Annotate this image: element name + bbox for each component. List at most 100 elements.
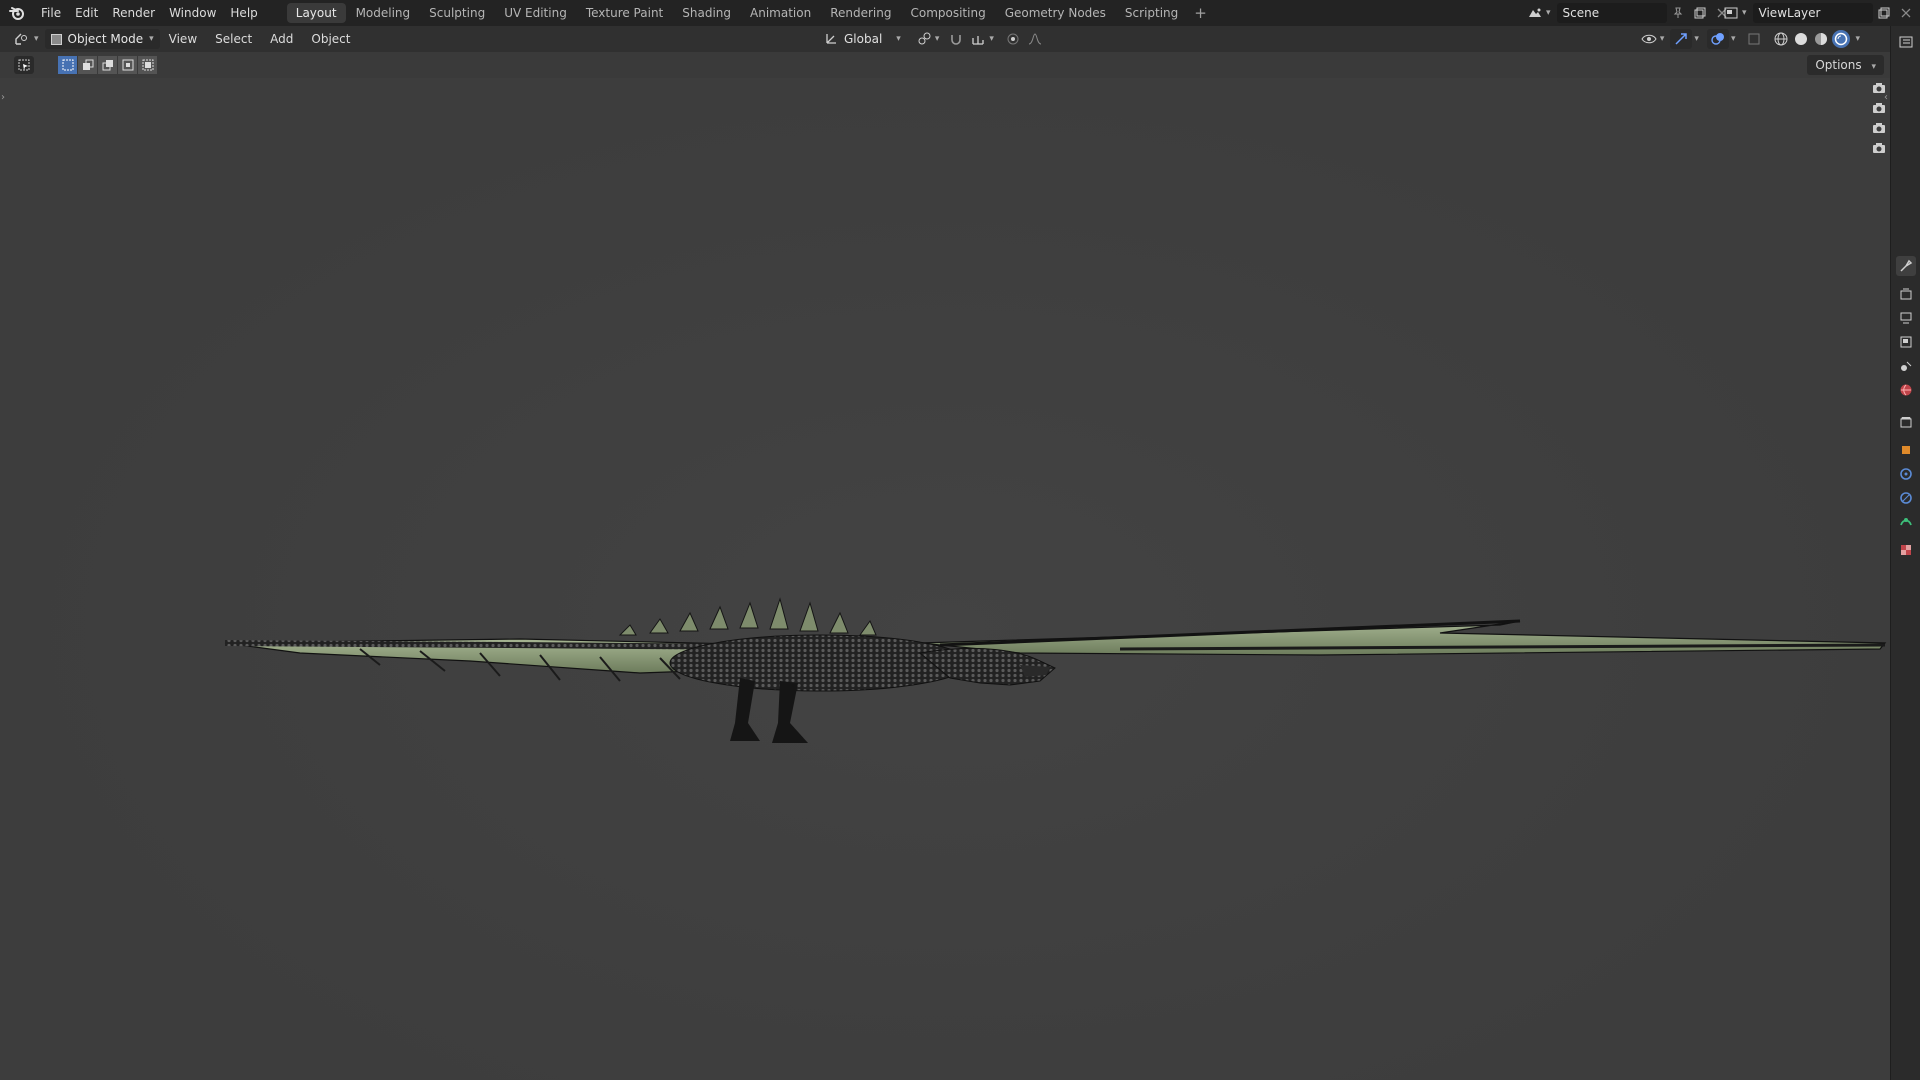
chevron-down-icon: ▾ xyxy=(1659,34,1665,44)
tab-sculpting[interactable]: Sculpting xyxy=(420,3,494,23)
view-layer-name-field[interactable]: ViewLayer xyxy=(1752,3,1873,23)
tab-animation[interactable]: Animation xyxy=(741,3,820,23)
snap-increment-icon[interactable] xyxy=(967,29,989,49)
menu-edit[interactable]: Edit xyxy=(68,0,105,26)
tab-modeling[interactable]: Modeling xyxy=(347,3,420,23)
menu-add[interactable]: Add xyxy=(261,26,302,52)
new-view-layer-icon[interactable] xyxy=(1873,3,1895,23)
chevron-down-icon: ▾ xyxy=(1871,62,1876,72)
chevron-down-icon: ▾ xyxy=(1694,34,1699,44)
viewport-header: ▾ Object Mode ▾ View Select Add Object G… xyxy=(0,26,1890,52)
orientation-select[interactable]: Global xyxy=(844,32,882,46)
menu-file[interactable]: File xyxy=(34,0,68,26)
view-layer-icon[interactable] xyxy=(1720,3,1742,23)
menu-object[interactable]: Object xyxy=(302,26,359,52)
properties-tab-strip xyxy=(1890,26,1920,1080)
menu-render[interactable]: Render xyxy=(105,0,162,26)
physics-properties-icon[interactable] xyxy=(1896,488,1916,508)
overlays-icon[interactable] xyxy=(1706,29,1729,49)
select-new-icon[interactable] xyxy=(58,56,77,74)
menu-view[interactable]: View xyxy=(160,26,206,52)
object-mode-icon xyxy=(50,33,62,45)
top-bar: File Edit Render Window Help Layout Mode… xyxy=(0,0,1920,26)
modifier-properties-icon[interactable] xyxy=(1896,464,1916,484)
chevron-down-icon: ▾ xyxy=(34,34,39,44)
menu-select[interactable]: Select xyxy=(206,26,261,52)
render-properties-icon[interactable] xyxy=(1896,284,1916,304)
menu-window[interactable]: Window xyxy=(162,0,223,26)
chevron-down-icon: ▾ xyxy=(989,34,994,44)
object-properties-icon[interactable] xyxy=(1896,440,1916,460)
blender-logo-icon[interactable] xyxy=(0,0,34,26)
chevron-down-icon: ▾ xyxy=(1730,34,1736,44)
selection-mode-group xyxy=(58,56,158,74)
texture-properties-icon[interactable] xyxy=(1896,540,1916,560)
tab-shading[interactable]: Shading xyxy=(673,3,740,23)
gizmo-icon[interactable] xyxy=(1670,29,1693,49)
shading-mode-group xyxy=(1771,30,1851,48)
transform-controls: Global ▾ ▾ ▾ xyxy=(820,29,1046,49)
chevron-down-icon: ▾ xyxy=(1742,8,1747,18)
menu-help[interactable]: Help xyxy=(223,0,264,26)
orientation-icon[interactable] xyxy=(820,29,842,49)
tool-properties-icon[interactable] xyxy=(1896,256,1916,276)
visibility-icon[interactable] xyxy=(1638,29,1660,49)
data-properties-icon[interactable] xyxy=(1896,512,1916,532)
xray-icon[interactable] xyxy=(1743,29,1765,49)
snap-icon[interactable] xyxy=(945,29,967,49)
view-layer-selector: ▾ ViewLayer xyxy=(1720,2,1917,24)
material-preview-icon[interactable] xyxy=(1812,30,1830,48)
world-properties-icon[interactable] xyxy=(1896,380,1916,400)
add-workspace-button[interactable]: + xyxy=(1188,4,1213,22)
wireframe-icon[interactable] xyxy=(1772,30,1790,48)
3d-viewport[interactable]: › ‹ xyxy=(0,78,1890,1080)
camera-icon[interactable] xyxy=(1872,141,1886,155)
chevron-down-icon: ▾ xyxy=(1855,34,1860,44)
camera-icon[interactable] xyxy=(1872,101,1886,115)
rendered-icon[interactable] xyxy=(1832,30,1851,48)
scene-selector: ▾ Scene xyxy=(1524,2,1733,24)
tab-uv-editing[interactable]: UV Editing xyxy=(495,3,576,23)
collection-properties-icon[interactable] xyxy=(1896,412,1916,432)
output-properties-icon[interactable] xyxy=(1896,308,1916,328)
viewport-display-controls: ▾ ▾ ▾ ▾ xyxy=(1638,29,1860,49)
camera-icons xyxy=(1872,78,1886,158)
camera-icon[interactable] xyxy=(1872,121,1886,135)
view-layer-properties-icon[interactable] xyxy=(1896,332,1916,352)
falloff-icon[interactable] xyxy=(1024,29,1046,49)
chevron-down-icon: ▾ xyxy=(1546,8,1551,18)
options-dropdown[interactable]: Options ▾ xyxy=(1807,55,1884,75)
outliner-icon[interactable] xyxy=(1896,32,1916,52)
select-intersect-icon[interactable] xyxy=(138,56,157,74)
toolbar-expand-arrow[interactable]: › xyxy=(1,92,5,103)
editor-type-icon[interactable] xyxy=(12,29,34,49)
tab-texture-paint[interactable]: Texture Paint xyxy=(577,3,672,23)
select-invert-icon[interactable] xyxy=(118,56,137,74)
scene-properties-icon[interactable] xyxy=(1896,356,1916,376)
tab-rendering[interactable]: Rendering xyxy=(821,3,900,23)
options-label: Options xyxy=(1815,58,1862,72)
solid-icon[interactable] xyxy=(1792,30,1810,48)
select-subtract-icon[interactable] xyxy=(98,56,117,74)
tab-geometry-nodes[interactable]: Geometry Nodes xyxy=(996,3,1115,23)
object-mode-label: Object Mode xyxy=(67,32,144,46)
workspace-tabs: Layout Modeling Sculpting UV Editing Tex… xyxy=(286,0,1213,26)
chevron-down-icon: ▾ xyxy=(934,34,940,44)
object-mode-select[interactable]: Object Mode ▾ xyxy=(44,29,160,49)
tab-compositing[interactable]: Compositing xyxy=(901,3,994,23)
close-icon[interactable] xyxy=(1895,3,1917,23)
proportional-edit-icon[interactable] xyxy=(1002,29,1024,49)
scene-name-field[interactable]: Scene xyxy=(1556,3,1667,23)
select-extend-icon[interactable] xyxy=(78,56,97,74)
tab-scripting[interactable]: Scripting xyxy=(1116,3,1187,23)
scene-icon[interactable] xyxy=(1524,3,1546,23)
tab-layout[interactable]: Layout xyxy=(286,3,346,23)
select-box-tool-icon[interactable] xyxy=(14,56,34,74)
chevron-down-icon: ▾ xyxy=(149,34,154,44)
pin-icon[interactable] xyxy=(1667,3,1689,23)
sidebar-expand-arrow[interactable]: ‹ xyxy=(1884,92,1888,103)
dragon-model[interactable] xyxy=(220,573,1890,773)
pivot-point-icon[interactable] xyxy=(913,29,935,49)
new-scene-icon[interactable] xyxy=(1689,3,1711,23)
chevron-down-icon: ▾ xyxy=(896,34,901,44)
